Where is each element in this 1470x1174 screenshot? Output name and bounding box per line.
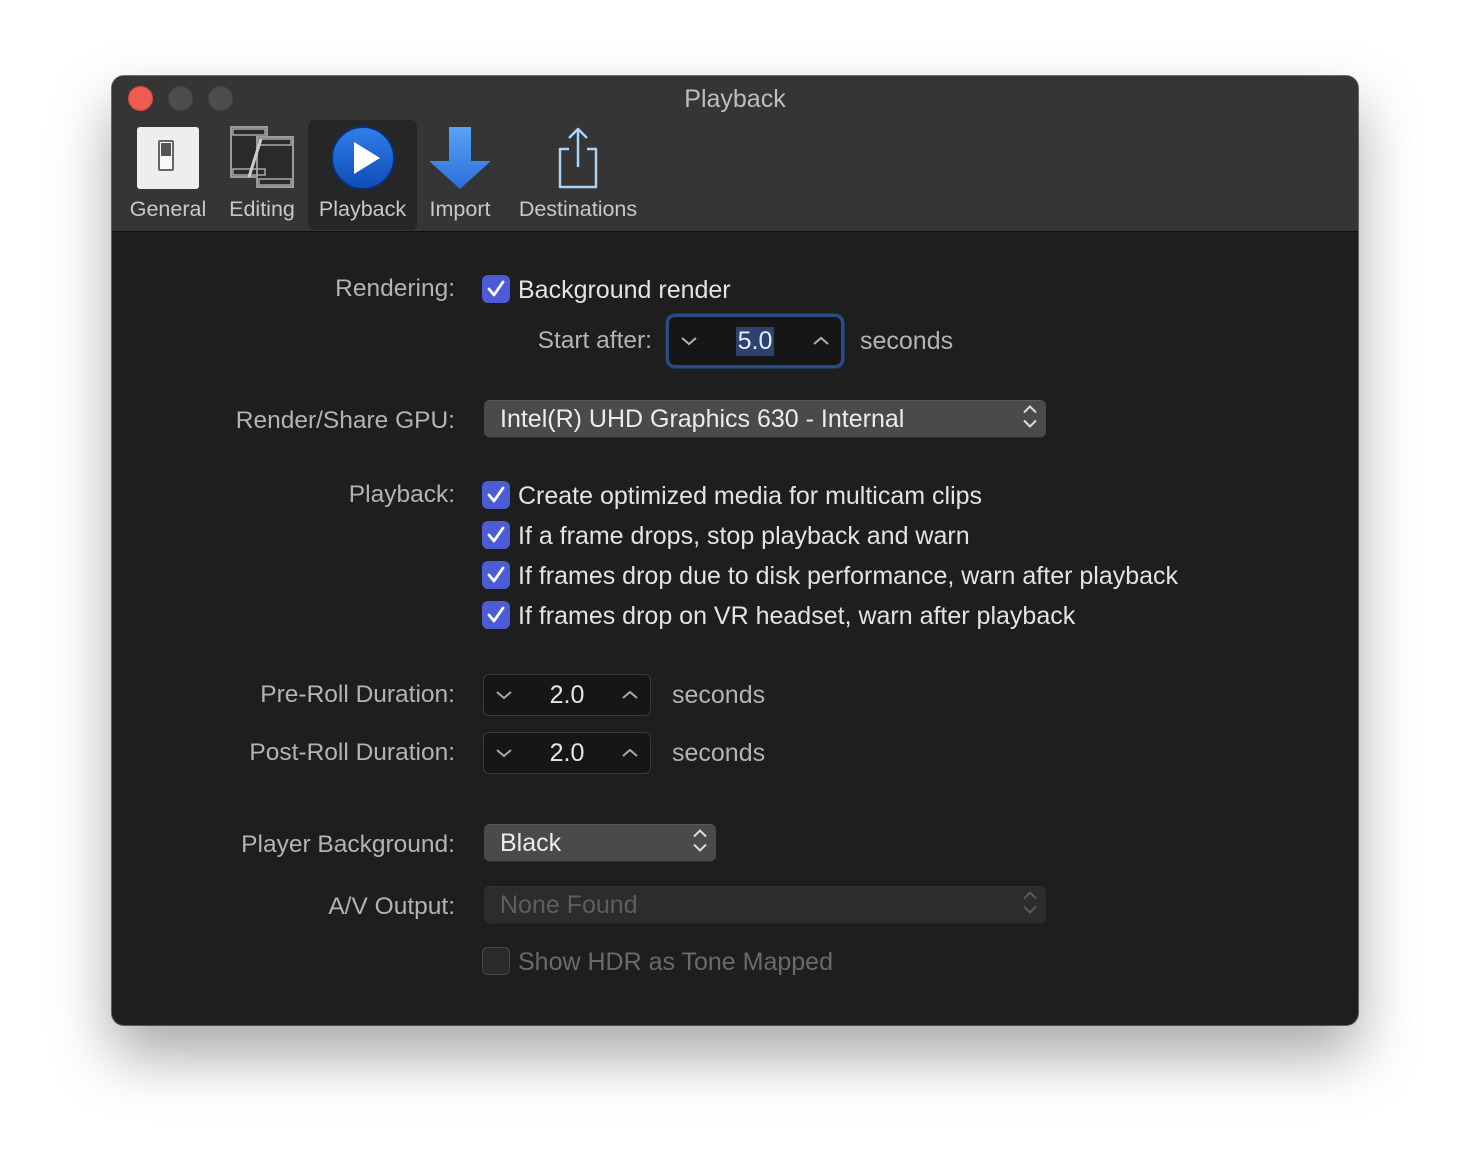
start-after-value[interactable]: 5.0 bbox=[709, 317, 801, 365]
frame-drop-stop-checkbox[interactable] bbox=[482, 521, 510, 549]
tab-editing[interactable]: Editing bbox=[218, 120, 306, 230]
postroll-unit: seconds bbox=[672, 739, 766, 767]
multicam-optimized-label: Create optimized media for multicam clip… bbox=[518, 482, 983, 510]
rendering-label: Rendering: bbox=[335, 275, 455, 302]
checkmark-icon bbox=[487, 526, 505, 543]
updown-chevron-icon bbox=[1022, 404, 1038, 435]
background-render-checkbox[interactable] bbox=[482, 275, 510, 303]
av-output-label: A/V Output: bbox=[328, 893, 455, 920]
tab-editing-label: Editing bbox=[229, 197, 295, 221]
postroll-value[interactable]: 2.0 bbox=[524, 733, 610, 773]
gpu-label: Render/Share GPU: bbox=[235, 407, 455, 434]
tab-general[interactable]: General bbox=[122, 120, 214, 230]
checkmark-icon bbox=[487, 486, 505, 503]
background-render-label: Background render bbox=[518, 276, 731, 304]
multicam-optimized-checkbox[interactable] bbox=[482, 481, 510, 509]
postroll-label: Post-Roll Duration: bbox=[249, 739, 455, 766]
preferences-window: Playback General Editing Playback Import… bbox=[112, 76, 1358, 1025]
hdr-tone-mapped-checkbox bbox=[482, 947, 510, 975]
player-background-value: Black bbox=[500, 828, 562, 857]
share-icon bbox=[545, 125, 611, 191]
updown-chevron-icon bbox=[1022, 890, 1038, 921]
tab-import[interactable]: Import bbox=[420, 120, 500, 230]
decrement-arrow-icon[interactable] bbox=[484, 675, 524, 715]
av-output-value: None Found bbox=[500, 890, 638, 919]
hdr-tone-mapped-label: Show HDR as Tone Mapped bbox=[518, 948, 833, 976]
decrement-arrow-icon[interactable] bbox=[484, 733, 524, 773]
increment-arrow-icon[interactable] bbox=[801, 317, 841, 365]
preferences-content: Rendering: Background render Start after… bbox=[112, 233, 1358, 1025]
disk-performance-warn-checkbox[interactable] bbox=[482, 561, 510, 589]
vr-headset-warn-label: If frames drop on VR headset, warn after… bbox=[518, 602, 1076, 630]
preroll-label: Pre-Roll Duration: bbox=[260, 681, 455, 708]
preroll-unit: seconds bbox=[672, 681, 766, 709]
av-output-popup: None Found bbox=[484, 886, 1046, 924]
tab-playback[interactable]: Playback bbox=[308, 120, 417, 230]
start-after-unit: seconds bbox=[860, 327, 954, 355]
playback-label: Playback: bbox=[348, 481, 455, 508]
switch-icon bbox=[135, 125, 201, 191]
film-clip-icon bbox=[229, 125, 295, 191]
updown-chevron-icon bbox=[692, 828, 708, 859]
vr-headset-warn-checkbox[interactable] bbox=[482, 601, 510, 629]
disk-performance-warn-label: If frames drop due to disk performance, … bbox=[518, 562, 1179, 590]
preroll-value[interactable]: 2.0 bbox=[524, 675, 610, 715]
down-arrow-icon bbox=[427, 125, 493, 191]
toolbar: Playback General Editing Playback Import… bbox=[112, 76, 1358, 232]
start-after-label: Start after: bbox=[537, 327, 652, 354]
gpu-value: Intel(R) UHD Graphics 630 - Internal bbox=[500, 404, 905, 433]
gpu-popup[interactable]: Intel(R) UHD Graphics 630 - Internal bbox=[484, 400, 1046, 438]
postroll-stepper[interactable]: 2.0 bbox=[483, 732, 651, 774]
tab-destinations-label: Destinations bbox=[518, 197, 638, 221]
increment-arrow-icon[interactable] bbox=[610, 675, 650, 715]
frame-drop-stop-label: If a frame drops, stop playback and warn bbox=[518, 522, 970, 550]
tab-destinations[interactable]: Destinations bbox=[508, 120, 648, 230]
tab-general-label: General bbox=[129, 197, 207, 221]
window-title: Playback bbox=[684, 85, 786, 113]
start-after-stepper[interactable]: 5.0 bbox=[666, 314, 844, 368]
player-background-popup[interactable]: Black bbox=[484, 824, 716, 862]
increment-arrow-icon[interactable] bbox=[610, 733, 650, 773]
checkmark-icon bbox=[487, 280, 505, 297]
player-background-label: Player Background: bbox=[241, 831, 455, 858]
checkmark-icon bbox=[487, 566, 505, 583]
play-icon bbox=[330, 125, 396, 191]
tab-playback-label: Playback bbox=[318, 197, 407, 221]
checkmark-icon bbox=[487, 606, 505, 623]
preroll-stepper[interactable]: 2.0 bbox=[483, 674, 651, 716]
decrement-arrow-icon[interactable] bbox=[669, 317, 709, 365]
tab-import-label: Import bbox=[429, 197, 491, 221]
